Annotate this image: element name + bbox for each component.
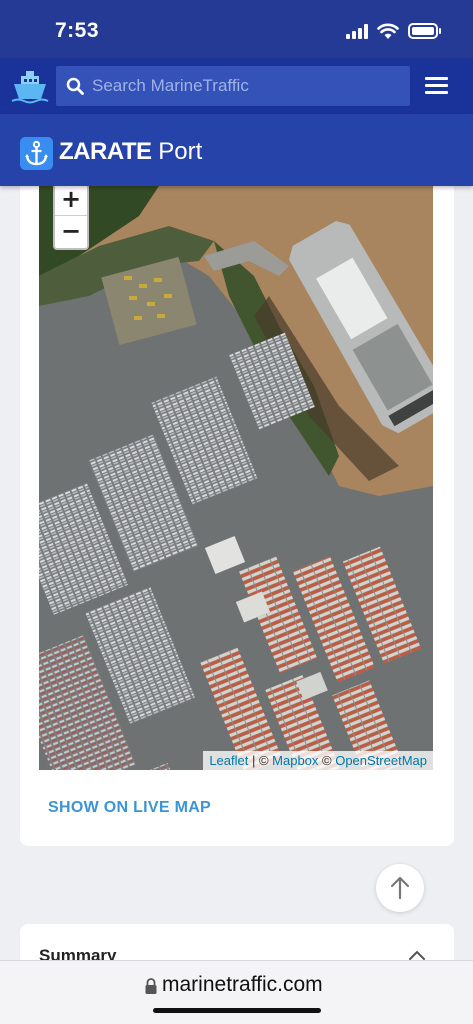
search-icon	[66, 77, 84, 95]
battery-icon	[408, 23, 441, 39]
browser-address-bar[interactable]: marinetraffic.com	[0, 960, 473, 1024]
menu-icon[interactable]	[425, 77, 448, 95]
satellite-imagery	[39, 186, 433, 770]
openstreetmap-link[interactable]: OpenStreetMap	[335, 753, 427, 768]
chevron-up-icon[interactable]	[408, 950, 426, 960]
mapbox-link[interactable]: Mapbox	[272, 753, 318, 768]
anchor-icon	[20, 137, 53, 170]
port-name: ZARATE	[59, 138, 152, 165]
zoom-in-button[interactable]: +	[55, 186, 87, 216]
cellular-signal-icon	[346, 24, 370, 39]
port-label: Port	[158, 138, 203, 165]
zoom-control: + −	[53, 186, 89, 250]
arrow-up-icon	[390, 876, 410, 900]
top-navbar	[0, 58, 473, 114]
attribution-separator: ©	[318, 753, 336, 768]
leaflet-link[interactable]: Leaflet	[209, 753, 248, 768]
search-box[interactable]	[56, 66, 410, 106]
show-on-live-map-link[interactable]: SHOW ON LIVE MAP	[48, 799, 211, 817]
status-bar: 7:53	[0, 0, 473, 58]
satellite-map[interactable]: + − Leaflet | © Mapbox © OpenStreetMap	[39, 186, 433, 770]
marinetraffic-logo-icon[interactable]	[10, 66, 50, 106]
wifi-icon	[377, 23, 399, 39]
status-time: 7:53	[55, 19, 100, 42]
port-header: ZARATE Port	[0, 114, 473, 186]
map-attribution: Leaflet | © Mapbox © OpenStreetMap	[203, 751, 433, 770]
search-input[interactable]	[92, 66, 402, 106]
attribution-separator: | ©	[248, 753, 273, 768]
page-title: ZARATE Port	[59, 138, 202, 166]
browser-url[interactable]: marinetraffic.com	[162, 973, 323, 997]
lock-icon	[145, 978, 157, 994]
home-indicator[interactable]	[153, 1008, 321, 1013]
scroll-to-top-button[interactable]	[376, 864, 424, 912]
zoom-out-button[interactable]: −	[55, 216, 87, 248]
